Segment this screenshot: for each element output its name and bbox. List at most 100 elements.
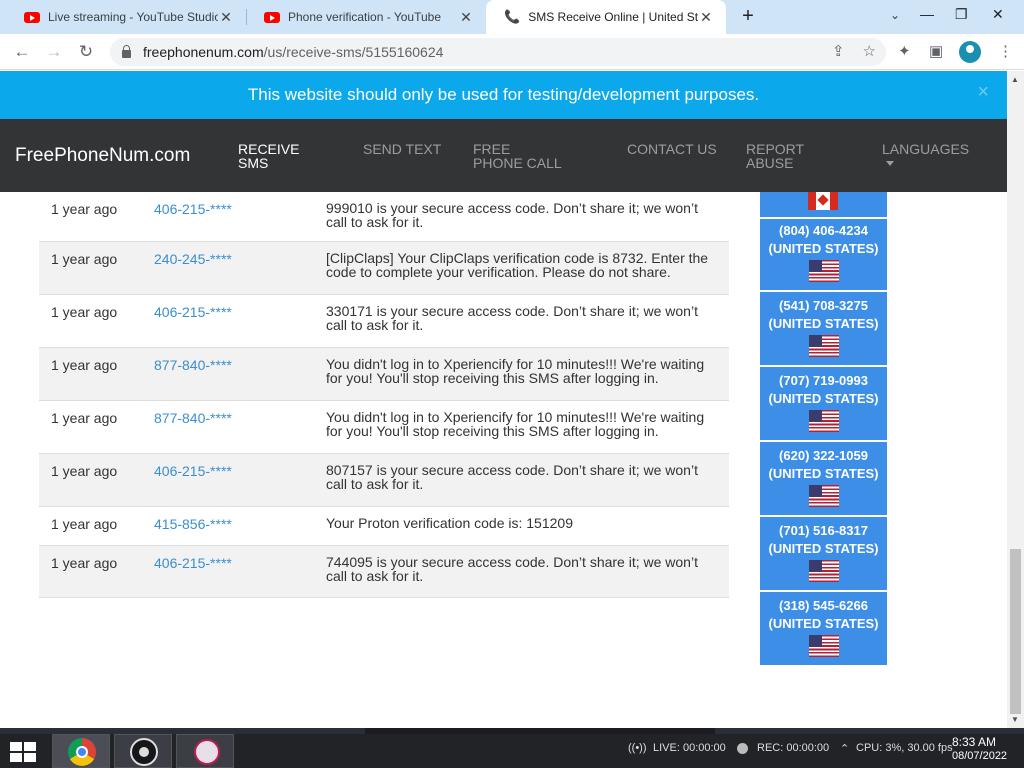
- new-tab-button[interactable]: +: [737, 5, 759, 27]
- table-row: 1 year ago 406-215-**** 330171 is your s…: [39, 295, 729, 348]
- message-text: 807157 is your secure access code. Don’t…: [326, 462, 698, 492]
- message-sender-link[interactable]: 406-215-****: [154, 463, 232, 479]
- message-sender-link[interactable]: 415-856-****: [154, 516, 232, 532]
- country-label: (UNITED STATES): [768, 616, 879, 631]
- tab-sms-receive-online[interactable]: 📞 SMS Receive Online | United Stat ✕: [486, 0, 726, 34]
- canada-flag-icon: [808, 192, 838, 210]
- page-scrollbar[interactable]: ▲ ▼: [1007, 71, 1024, 728]
- extensions-icon[interactable]: ✦: [898, 42, 911, 60]
- country-label: (UNITED STATES): [768, 316, 879, 331]
- tab-title: SMS Receive Online | United Stat: [528, 10, 698, 24]
- url-path: /us/receive-sms/5155160624: [263, 44, 444, 60]
- country-label: (UNITED STATES): [768, 541, 879, 556]
- site-brand[interactable]: FreePhoneNum.com: [15, 145, 190, 167]
- scroll-up-icon[interactable]: ▲: [1011, 75, 1019, 84]
- bookmark-star-icon[interactable]: ☆: [863, 42, 876, 60]
- close-tab-icon[interactable]: ✕: [698, 9, 714, 26]
- message-age: 1 year ago: [51, 555, 118, 571]
- taskbar-chrome[interactable]: [52, 734, 110, 768]
- rec-status: REC: 00:00:00: [757, 742, 830, 754]
- tab-phone-verification[interactable]: Phone verification - YouTube ✕: [246, 0, 486, 34]
- close-tab-icon[interactable]: ✕: [458, 9, 474, 26]
- message-sender-link[interactable]: 240-245-****: [154, 251, 232, 267]
- us-flag-icon: [808, 635, 839, 657]
- table-row: 1 year ago 877-840-**** You didn't log i…: [39, 348, 729, 401]
- windows-start-icon[interactable]: [10, 742, 38, 762]
- testing-notice-banner: This website should only be used for tes…: [0, 71, 1007, 119]
- nav-send-text[interactable]: SEND TEXT: [363, 142, 453, 156]
- message-text: [ClipClaps] Your ClipClaps verification …: [326, 250, 709, 280]
- number-card[interactable]: (541) 708-3275 (UNITED STATES): [760, 294, 887, 367]
- site-navbar: FreePhoneNum.com RECEIVE SMS SEND TEXT F…: [0, 119, 1007, 192]
- number-card[interactable]: (620) 322-1059 (UNITED STATES): [760, 444, 887, 517]
- message-age: 1 year ago: [51, 304, 118, 320]
- minimize-icon[interactable]: —: [920, 6, 934, 22]
- phone-number: (804) 406-4234: [779, 223, 868, 238]
- number-card[interactable]: (318) 545-6266 (UNITED STATES): [760, 594, 887, 667]
- message-age: 1 year ago: [51, 357, 118, 373]
- message-sender-link[interactable]: 877-840-****: [154, 357, 232, 373]
- tab-youtube-studio[interactable]: Live streaming - YouTube Studio ✕: [6, 0, 246, 34]
- reload-icon[interactable]: ↻: [74, 40, 98, 64]
- tray-chevron-icon[interactable]: ⌃: [840, 742, 849, 755]
- menu-icon[interactable]: ⋮: [998, 42, 1013, 60]
- number-card[interactable]: (707) 719-0993 (UNITED STATES): [760, 369, 887, 442]
- chrome-icon: [68, 738, 96, 766]
- youtube-icon: [24, 11, 40, 23]
- nav-languages[interactable]: LANGUAGES: [882, 142, 992, 166]
- browser-toolbar: ← → ↻ freephonenum.com/us/receive-sms/51…: [0, 34, 1024, 70]
- snipping-tool-icon: [194, 739, 220, 765]
- phone-number: (707) 719-0993: [779, 373, 868, 388]
- message-text: You didn't log in to Xperiencify for 10 …: [326, 409, 705, 439]
- taskbar-snipping-tool[interactable]: [176, 734, 234, 768]
- us-flag-icon: [808, 335, 839, 357]
- address-bar[interactable]: freephonenum.com/us/receive-sms/51551606…: [110, 38, 886, 66]
- banner-text: This website should only be used for tes…: [247, 85, 760, 104]
- rec-dot-icon: [737, 743, 748, 754]
- system-clock[interactable]: 8:33 AM 08/07/2022: [952, 735, 1007, 763]
- table-row: 1 year ago 406-215-**** 999010 is your s…: [39, 192, 729, 242]
- window-close-icon[interactable]: ✕: [992, 6, 1004, 23]
- windows-taskbar: ((•)) LIVE: 00:00:00 REC: 00:00:00 ⌃ CPU…: [0, 734, 1024, 768]
- clock-time: 8:33 AM: [952, 735, 997, 749]
- sms-messages-table: 1 year ago 406-215-**** 999010 is your s…: [39, 192, 729, 598]
- nav-report-abuse[interactable]: REPORT ABUSE: [746, 142, 836, 170]
- restore-icon[interactable]: ❐: [955, 6, 968, 23]
- share-icon[interactable]: ⇪: [832, 42, 845, 60]
- message-sender-link[interactable]: 406-215-****: [154, 201, 232, 217]
- message-sender-link[interactable]: 406-215-****: [154, 304, 232, 320]
- nav-receive-sms[interactable]: RECEIVE SMS: [238, 142, 328, 170]
- message-text: You didn't log in to Xperiencify for 10 …: [326, 356, 705, 386]
- number-card[interactable]: (701) 516-8317 (UNITED STATES): [760, 519, 887, 592]
- scroll-thumb[interactable]: [1010, 549, 1021, 714]
- taskbar-obs[interactable]: [114, 734, 172, 768]
- forward-icon[interactable]: →: [42, 40, 66, 64]
- banner-close-icon[interactable]: ×: [977, 81, 989, 104]
- message-text: 330171 is your secure access code. Don’t…: [326, 303, 698, 333]
- message-sender-link[interactable]: 406-215-****: [154, 555, 232, 571]
- main-content: 1 year ago 406-215-**** 999010 is your s…: [0, 192, 1007, 728]
- phone-icon: 📞: [504, 9, 521, 24]
- clock-date: 08/07/2022: [952, 750, 1008, 762]
- us-flag-icon: [808, 410, 839, 432]
- lock-icon[interactable]: [122, 45, 131, 58]
- profile-avatar[interactable]: [959, 41, 981, 63]
- url-text: freephonenum.com/us/receive-sms/51551606…: [143, 44, 443, 60]
- nav-languages-label: LANGUAGES: [882, 141, 970, 157]
- side-panel-icon[interactable]: ▣: [929, 42, 943, 60]
- number-card[interactable]: (804) 406-4234 (UNITED STATES): [760, 219, 887, 292]
- nav-free-phone-call[interactable]: FREE PHONE CALL: [473, 142, 563, 170]
- scroll-down-icon[interactable]: ▼: [1011, 715, 1019, 724]
- tab-search-icon[interactable]: ⌄: [890, 8, 900, 22]
- table-row: 1 year ago 415-856-**** Your Proton veri…: [39, 507, 729, 546]
- nav-contact-us[interactable]: CONTACT US: [627, 142, 717, 156]
- number-card-canada[interactable]: [760, 192, 887, 219]
- back-icon[interactable]: ←: [10, 40, 34, 64]
- close-tab-icon[interactable]: ✕: [218, 9, 234, 26]
- phone-number: (620) 322-1059: [779, 448, 868, 463]
- us-flag-icon: [808, 260, 839, 282]
- tab-title: Live streaming - YouTube Studio: [48, 10, 218, 24]
- us-flag-icon: [808, 485, 839, 507]
- message-text: Your Proton verification code is: 151209: [326, 515, 573, 531]
- message-sender-link[interactable]: 877-840-****: [154, 410, 232, 426]
